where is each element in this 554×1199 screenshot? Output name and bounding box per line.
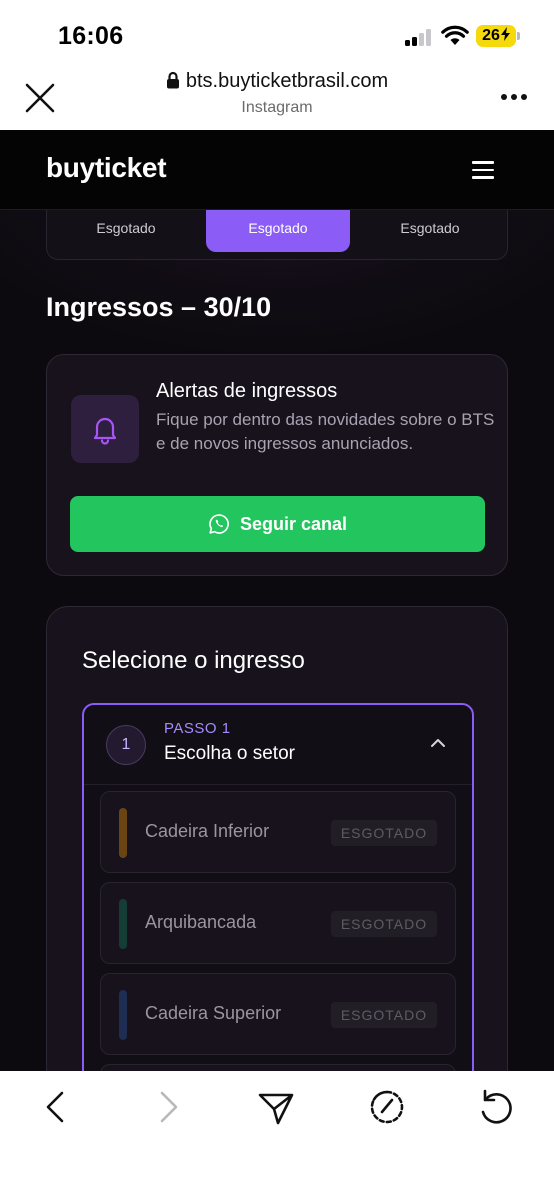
url-display[interactable]: bts.buyticketbrasil.com	[0, 70, 554, 93]
bell-badge	[71, 395, 139, 463]
url-text: bts.buyticketbrasil.com	[185, 70, 389, 92]
speed-icon[interactable]	[365, 1085, 409, 1129]
site-logo[interactable]: buyticket	[46, 152, 167, 184]
sector-name: Cadeira Inferior	[145, 821, 270, 841]
sold-out-badge: ESGOTADO	[331, 820, 437, 846]
alert-card: Alertas de ingressos Fique por dentro da…	[46, 354, 508, 576]
sector-name: Arquibancada	[145, 912, 257, 932]
sector-cadeira-inferior[interactable]: Cadeira Inferior ESGOTADO	[100, 791, 456, 873]
sector-name: Cadeira Superior	[145, 1003, 282, 1023]
menu-icon[interactable]	[472, 161, 494, 179]
chevron-up-icon[interactable]	[430, 737, 446, 749]
sector-color-bar	[119, 899, 127, 949]
browser-url-bar: bts.buyticketbrasil.com Instagram	[0, 62, 554, 130]
site-header: buyticket	[0, 130, 554, 210]
sector-color-bar	[119, 990, 127, 1040]
status-bar: 16:06 26	[0, 0, 554, 62]
ticket-selection-card: Selecione o ingresso 1 PASSO 1 Escolha o…	[46, 606, 508, 1071]
share-icon[interactable]	[254, 1085, 298, 1129]
web-content: buyticket Esgotado Esgotado Esgotado Ing…	[0, 130, 554, 1071]
status-time: 16:06	[58, 22, 124, 50]
sold-out-badge: ESGOTADO	[331, 1002, 437, 1028]
tab-date-3[interactable]: Esgotado	[358, 210, 502, 252]
tab-date-1[interactable]: Esgotado	[54, 210, 198, 252]
battery-charging-icon	[500, 27, 510, 41]
back-icon[interactable]	[34, 1085, 78, 1129]
follow-channel-label: Seguir canal	[239, 514, 348, 534]
bell-icon	[93, 417, 117, 445]
step-header[interactable]: 1 PASSO 1 Escolha o setor	[84, 705, 472, 785]
sold-out-badge: ESGOTADO	[331, 911, 437, 937]
browser-toolbar	[0, 1071, 554, 1199]
sector-next-partial[interactable]	[100, 1064, 456, 1071]
step-number: 1	[106, 725, 146, 765]
sector-arquibancada[interactable]: Arquibancada ESGOTADO	[100, 882, 456, 964]
sector-cadeira-superior[interactable]: Cadeira Superior ESGOTADO	[100, 973, 456, 1055]
alert-title: Alertas de ingressos	[156, 380, 338, 402]
more-icon[interactable]	[501, 94, 527, 102]
wifi-icon	[441, 25, 469, 45]
tab-date-2[interactable]: Esgotado	[206, 210, 350, 252]
sector-color-bar	[119, 808, 127, 858]
follow-channel-button[interactable]: Seguir canal	[70, 496, 485, 552]
reload-icon[interactable]	[474, 1085, 518, 1129]
whatsapp-icon	[209, 514, 229, 534]
url-source: Instagram	[241, 99, 313, 116]
battery-level: 26	[482, 27, 500, 44]
battery-nub	[517, 32, 520, 40]
cellular-signal-icon	[405, 28, 435, 46]
forward-icon[interactable]	[146, 1085, 190, 1129]
date-tabs: Esgotado Esgotado Esgotado	[46, 210, 508, 260]
alert-description: Fique por dentro das novidades sobre o B…	[156, 410, 495, 453]
step-title: Escolha o setor	[164, 743, 295, 764]
selection-title: Selecione o ingresso	[82, 647, 305, 674]
lock-icon	[166, 71, 179, 89]
battery-indicator: 26	[476, 25, 516, 47]
section-title: Ingressos – 30/10	[46, 292, 272, 322]
step-sector-panel: 1 PASSO 1 Escolha o setor Cadeira Inferi…	[82, 703, 474, 1071]
step-label: PASSO 1	[164, 720, 231, 737]
